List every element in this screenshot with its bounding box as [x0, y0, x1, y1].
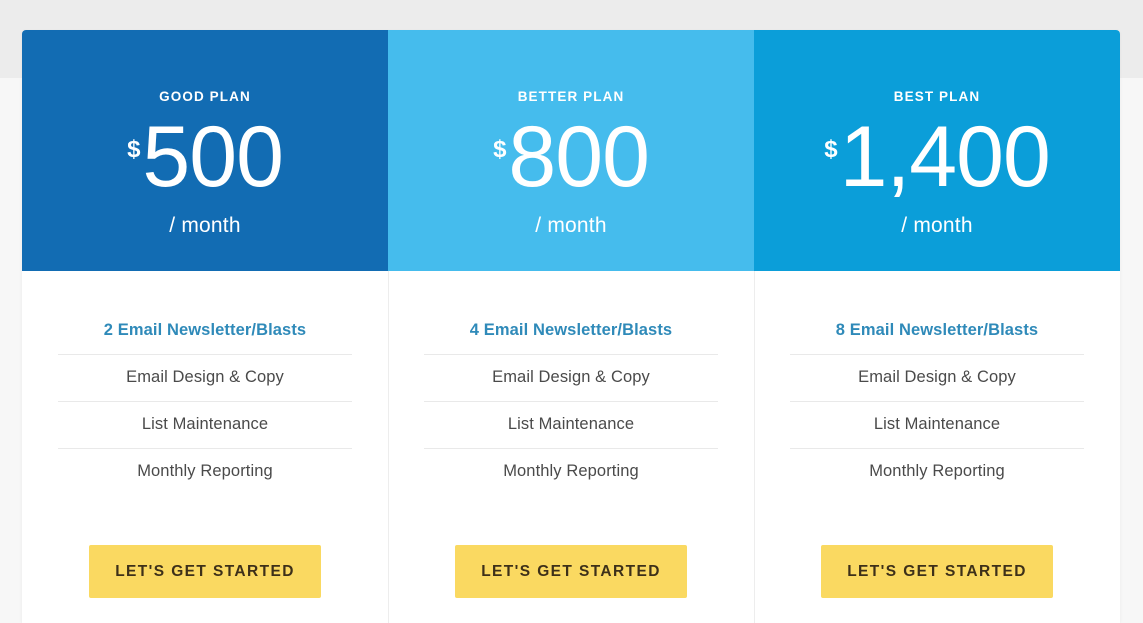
get-started-button-better[interactable]: LET'S GET STARTED — [455, 545, 687, 598]
plan-header-best: BEST PLAN $ 1,400 / month — [754, 30, 1120, 271]
plan-card-better: BETTER PLAN $ 800 / month 4 Email Newsle… — [388, 30, 754, 623]
get-started-button-good[interactable]: LET'S GET STARTED — [89, 545, 321, 598]
cta-wrapper-best: LET'S GET STARTED — [754, 545, 1120, 598]
feature-item: 8 Email Newsletter/Blasts — [790, 321, 1084, 355]
page-left-gutter — [0, 78, 22, 623]
plan-header-good: GOOD PLAN $ 500 / month — [22, 30, 388, 271]
feature-item: Monthly Reporting — [137, 462, 273, 480]
plan-name-better: BETTER PLAN — [517, 89, 625, 104]
feature-item: 4 Email Newsletter/Blasts — [424, 321, 718, 355]
pricing-page: GOOD PLAN $ 500 / month 2 Email Newslett… — [0, 0, 1143, 623]
currency-symbol: $ — [824, 135, 838, 163]
plan-header-better: BETTER PLAN $ 800 / month — [388, 30, 754, 271]
plan-period-good: / month — [169, 214, 241, 238]
page-right-gutter — [1120, 78, 1143, 623]
plan-amount-better: 800 — [508, 108, 649, 205]
feature-item: Email Design & Copy — [424, 368, 718, 402]
feature-item: Monthly Reporting — [869, 462, 1005, 480]
get-started-button-best[interactable]: LET'S GET STARTED — [821, 545, 1053, 598]
plan-amount-good: 500 — [142, 108, 283, 205]
pricing-table: GOOD PLAN $ 500 / month 2 Email Newslett… — [22, 30, 1120, 623]
feature-item: 2 Email Newsletter/Blasts — [58, 321, 352, 355]
feature-item: List Maintenance — [424, 415, 718, 449]
cta-wrapper-good: LET'S GET STARTED — [22, 545, 388, 598]
plan-card-good: GOOD PLAN $ 500 / month 2 Email Newslett… — [22, 30, 388, 623]
feature-list-best: 8 Email Newsletter/Blasts Email Design &… — [754, 271, 1120, 508]
feature-item: Email Design & Copy — [790, 368, 1084, 402]
feature-list-good: 2 Email Newsletter/Blasts Email Design &… — [22, 271, 388, 508]
plan-name-good: GOOD PLAN — [159, 89, 251, 104]
plan-period-best: / month — [901, 214, 973, 238]
currency-symbol: $ — [127, 135, 141, 163]
plan-name-best: BEST PLAN — [893, 89, 981, 104]
plan-card-best: BEST PLAN $ 1,400 / month 8 Email Newsle… — [754, 30, 1120, 623]
feature-list-better: 4 Email Newsletter/Blasts Email Design &… — [388, 271, 754, 508]
cta-wrapper-better: LET'S GET STARTED — [388, 545, 754, 598]
plan-amount-best: 1,400 — [839, 108, 1051, 205]
plan-period-better: / month — [535, 214, 607, 238]
feature-item: List Maintenance — [58, 415, 352, 449]
feature-item: Email Design & Copy — [58, 368, 352, 402]
currency-symbol: $ — [493, 135, 507, 163]
feature-item: Monthly Reporting — [503, 462, 639, 480]
plan-price-better: $ 800 — [493, 108, 650, 205]
plan-price-best: $ 1,400 — [824, 108, 1051, 205]
plan-price-good: $ 500 — [127, 108, 284, 205]
feature-item: List Maintenance — [790, 415, 1084, 449]
